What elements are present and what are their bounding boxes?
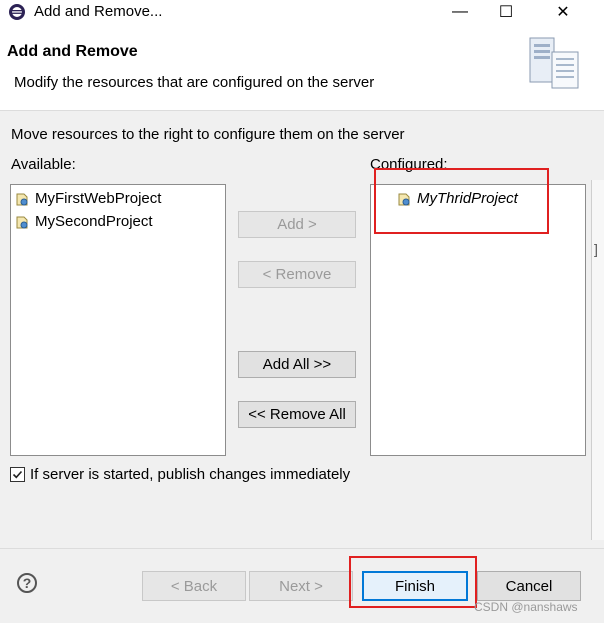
checkmark-icon xyxy=(12,470,23,479)
publish-checkbox[interactable] xyxy=(10,467,25,482)
dialog-subtitle: Modify the resources that are configured… xyxy=(14,74,375,91)
dialog-header xyxy=(0,24,604,111)
background-window-edge xyxy=(591,180,604,540)
eclipse-app-icon xyxy=(9,4,25,20)
server-icon xyxy=(529,37,579,89)
help-icon[interactable]: ? xyxy=(17,573,37,593)
back-button[interactable]: < Back xyxy=(142,571,246,601)
highlight-box xyxy=(349,556,477,608)
add-button[interactable]: Add > xyxy=(238,211,356,238)
list-item[interactable]: MyFirstWebProject xyxy=(16,189,162,209)
window-title: Add and Remove... xyxy=(34,3,163,20)
remove-button[interactable]: < Remove xyxy=(238,261,356,288)
next-button[interactable]: Next > xyxy=(249,571,353,601)
footer-divider xyxy=(0,548,604,549)
remove-all-button[interactable]: << Remove All xyxy=(238,401,356,428)
cancel-button[interactable]: Cancel xyxy=(477,571,581,601)
minimize-button[interactable]: — xyxy=(437,0,483,24)
background-window-glyph: ] xyxy=(594,241,598,257)
add-all-button[interactable]: Add All >> xyxy=(238,351,356,378)
available-label: Available: xyxy=(11,156,76,173)
list-item-label: MySecondProject xyxy=(35,213,153,230)
web-project-icon xyxy=(16,193,28,206)
instruction-text: Move resources to the right to configure… xyxy=(11,126,405,143)
maximize-button[interactable]: ☐ xyxy=(483,0,529,24)
publish-label[interactable]: If server is started, publish changes im… xyxy=(30,466,350,483)
available-list[interactable]: MyFirstWebProject MySecondProject xyxy=(10,184,226,456)
dialog-heading: Add and Remove xyxy=(7,43,138,60)
web-project-icon xyxy=(16,216,28,229)
watermark: CSDN @nanshaws xyxy=(474,600,578,614)
list-item[interactable]: MySecondProject xyxy=(16,212,153,232)
close-button[interactable]: ✕ xyxy=(540,0,586,24)
highlight-box xyxy=(374,168,549,234)
list-item-label: MyFirstWebProject xyxy=(35,190,162,207)
